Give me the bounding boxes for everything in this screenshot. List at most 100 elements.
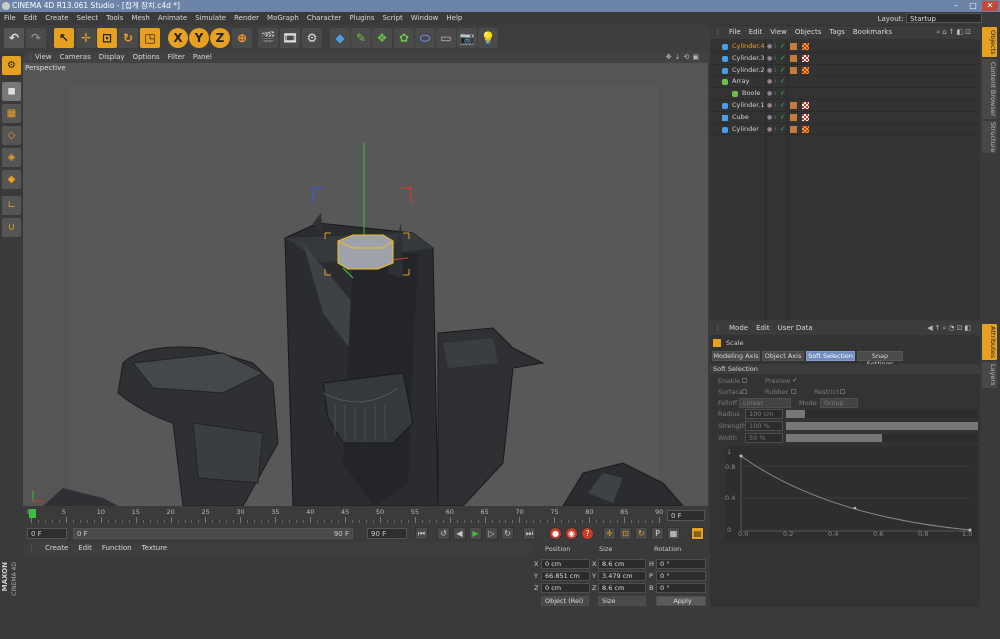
redo-icon[interactable]: ↷ (26, 28, 46, 48)
tab-object-axis[interactable]: Object Axis (762, 351, 804, 361)
visibility-toggle[interactable]: ● ⁞ (767, 53, 776, 65)
points-mode-icon[interactable]: ◇ (2, 126, 21, 145)
menu-mograph[interactable]: MoGraph (263, 12, 303, 25)
enabled-checkmark-icon[interactable]: ✓ (780, 124, 785, 136)
pos-z-field[interactable]: 0 cm (541, 583, 590, 593)
key-rotation-icon[interactable]: ↻ (635, 527, 648, 540)
enable-checkbox[interactable] (742, 378, 747, 383)
viewport[interactable]: Perspective (23, 63, 708, 506)
material-menu-texture[interactable]: Texture (137, 542, 173, 554)
enabled-checkmark-icon[interactable]: ✓ (780, 100, 785, 112)
menu-edit[interactable]: Edit (20, 12, 42, 25)
maximize-button[interactable]: □ (965, 1, 981, 11)
width-slider[interactable] (786, 434, 978, 442)
y-axis-icon[interactable]: Y (189, 28, 209, 48)
menu-animate[interactable]: Animate (154, 12, 191, 25)
radius-slider[interactable] (786, 410, 978, 418)
menu-character[interactable]: Character (303, 12, 346, 25)
enabled-checkmark-icon[interactable]: ✓ (780, 112, 785, 124)
record-icon[interactable]: ● (549, 527, 562, 540)
tab-objects[interactable]: Objects (982, 27, 997, 57)
preview-checkmark-icon[interactable]: ✓ (792, 376, 798, 384)
rot-b-field[interactable]: 0 ° (656, 583, 706, 593)
coord-mode-dropdown[interactable]: Object (Rel) (541, 596, 589, 606)
rotate-icon[interactable]: ↻ (118, 28, 138, 48)
attribute-menu-user-data[interactable]: User Data (774, 322, 817, 335)
menu-tools[interactable]: Tools (102, 12, 127, 25)
viewport-menu-filter[interactable]: Filter (164, 52, 189, 63)
rot-h-field[interactable]: 0 ° (656, 559, 706, 569)
model-mode-icon[interactable]: ◼ (2, 82, 21, 101)
undo-icon[interactable]: ↶ (4, 28, 24, 48)
go-to-end-icon[interactable]: ⏭ (523, 527, 536, 540)
key-scale-icon[interactable]: ⊡ (619, 527, 632, 540)
tab-modeling-axis[interactable]: Modeling Axis (712, 351, 760, 361)
next-keyframe-icon[interactable]: ↻ (501, 527, 514, 540)
previous-frame-icon[interactable]: ◀ (453, 527, 466, 540)
menu-create[interactable]: Create (41, 12, 72, 25)
phong-tag-icon[interactable] (790, 43, 797, 50)
object-menu-file[interactable]: File (725, 26, 745, 39)
coordinate-system-icon[interactable]: ⊕ (232, 28, 252, 48)
enabled-checkmark-icon[interactable]: ✓ (780, 41, 785, 53)
axis-mode-icon[interactable]: ∟ (2, 196, 21, 215)
spline-pen-icon[interactable]: ✎ (351, 28, 371, 48)
checker-tag-icon[interactable] (802, 43, 809, 50)
visibility-toggle[interactable]: ● ⁞ (767, 112, 776, 124)
layout-dropdown[interactable]: Startup (906, 13, 982, 23)
material-tag-icon[interactable] (802, 113, 809, 121)
visibility-toggle[interactable]: ● ⁞ (767, 41, 776, 53)
falloff-dropdown[interactable]: Linear (739, 398, 791, 408)
playhead[interactable] (29, 509, 36, 518)
menu-file[interactable]: File (0, 12, 20, 25)
menu-plugins[interactable]: Plugins (345, 12, 378, 25)
keyframe-selection-icon[interactable]: ? (581, 527, 594, 540)
size-z-field[interactable]: 8.6 cm (598, 583, 646, 593)
render-picture-viewer-icon[interactable]: 🎞 (280, 28, 300, 48)
attribute-menu-mode[interactable]: Mode (725, 322, 752, 335)
object-nav-icons[interactable]: ⌕⌂↑◧⊡ (932, 26, 977, 39)
enabled-checkmark-icon[interactable]: ✓ (780, 53, 785, 65)
close-button[interactable]: ✕ (982, 1, 998, 11)
x-axis-icon[interactable]: X (168, 28, 188, 48)
material-tag-icon[interactable] (802, 102, 809, 109)
polygons-mode-icon[interactable]: ◆ (2, 170, 21, 189)
tab-snap-settings[interactable]: Snap Settings (857, 351, 903, 368)
move-icon[interactable]: ✛ (76, 28, 96, 48)
key-param-icon[interactable]: P (651, 527, 664, 540)
start-frame-field[interactable]: 0 F (27, 528, 67, 539)
menu-mesh[interactable]: Mesh (127, 12, 153, 25)
autokey-icon[interactable]: ◉ (565, 527, 578, 540)
visibility-toggle[interactable]: ● ⁞ (767, 124, 776, 136)
visibility-toggle[interactable]: ● ⁞ (767, 65, 776, 77)
menu-help[interactable]: Help (442, 12, 466, 25)
object-row[interactable]: Cylinder.3 ● ⁞ ✓ (710, 53, 980, 65)
phong-tag-icon[interactable] (790, 113, 797, 121)
tab-content-browser[interactable]: Content Browser (982, 59, 997, 119)
end-frame-field[interactable]: 90 F (367, 528, 407, 539)
viewport-menu-display[interactable]: Display (95, 52, 129, 63)
previous-keyframe-icon[interactable]: ↺ (437, 527, 450, 540)
tab-structure[interactable]: Structure (982, 121, 997, 153)
rubber-checkbox[interactable] (791, 389, 796, 394)
edges-mode-icon[interactable]: ◈ (2, 148, 21, 167)
make-editable-icon[interactable]: ⚙ (2, 56, 21, 75)
menu-window[interactable]: Window (407, 12, 443, 25)
object-menu-view[interactable]: View (766, 26, 791, 39)
texture-mode-icon[interactable]: ▦ (2, 104, 21, 123)
attribute-menu-edit[interactable]: Edit (752, 322, 774, 335)
object-row[interactable]: Cylinder.4 ● ⁞ ✓ (710, 41, 980, 53)
material-menu-create[interactable]: Create (40, 542, 73, 554)
tab-attributes[interactable]: Attributes (982, 324, 997, 360)
rot-p-field[interactable]: 0 ° (656, 571, 706, 581)
go-to-start-icon[interactable]: ⏮ (415, 527, 428, 540)
menu-select[interactable]: Select (73, 12, 103, 25)
play-icon[interactable]: ▶ (469, 527, 482, 540)
mode-dropdown[interactable]: Group (820, 398, 858, 408)
object-row[interactable]: Cylinder.1 ● ⁞ ✓ (710, 100, 980, 112)
deformer-icon[interactable]: ⬭ (415, 28, 435, 48)
magnet-icon[interactable]: ∪ (2, 218, 21, 237)
checker-tag-icon[interactable] (802, 125, 809, 133)
viewport-nav-icons[interactable]: ✥⇣⟲▣ (662, 52, 706, 63)
object-row[interactable]: Boole ● ⁞ ✓ (710, 88, 980, 100)
